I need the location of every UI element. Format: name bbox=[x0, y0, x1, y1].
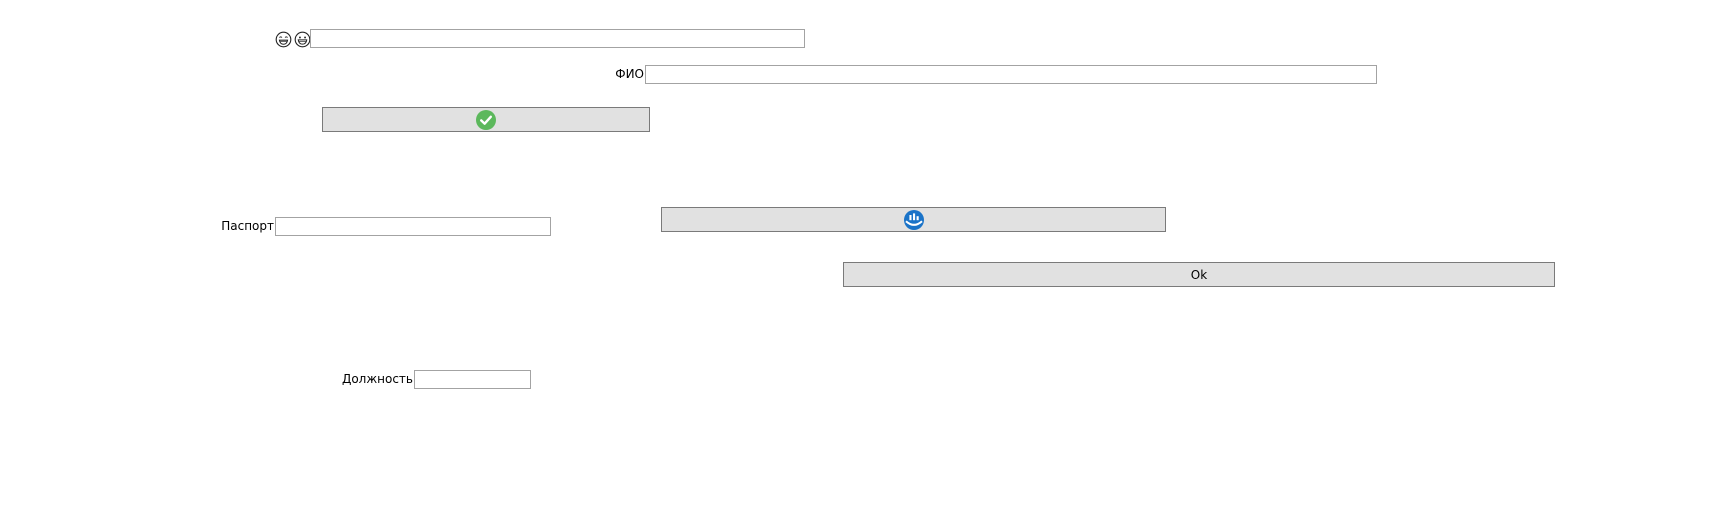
fio-label: ФИО bbox=[615, 67, 644, 81]
position-label: Должность bbox=[341, 372, 413, 386]
green-checkmark-icon bbox=[476, 109, 496, 130]
ok-button[interactable]: Ok bbox=[843, 262, 1555, 287]
blue-globe-icon bbox=[903, 209, 924, 230]
top-text-input[interactable] bbox=[310, 29, 805, 48]
grinning-face-icon bbox=[294, 31, 311, 48]
web-button[interactable] bbox=[661, 207, 1166, 232]
passport-input[interactable] bbox=[275, 217, 551, 236]
form-window: ФИО Паспорт Ok Должность bbox=[0, 0, 1724, 529]
confirm-button[interactable] bbox=[322, 107, 650, 132]
passport-label: Паспорт bbox=[221, 219, 274, 233]
fio-input[interactable] bbox=[645, 65, 1377, 84]
laughing-face-icon bbox=[275, 31, 292, 48]
position-input[interactable] bbox=[414, 370, 531, 389]
